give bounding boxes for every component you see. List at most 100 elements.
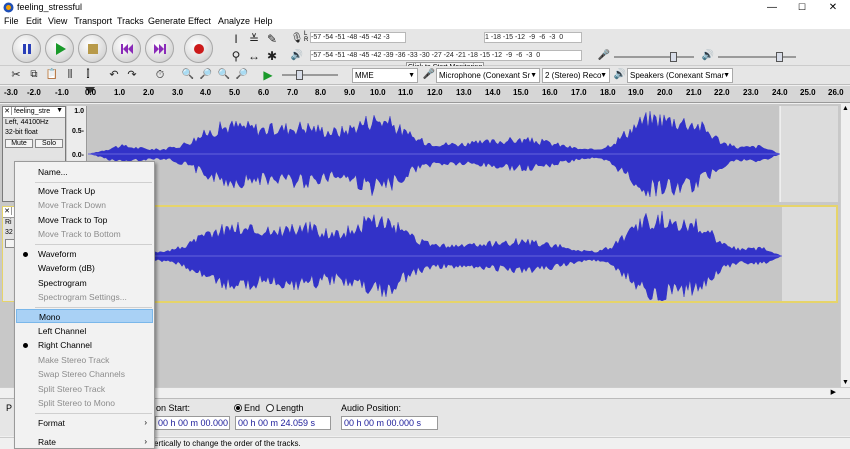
length-radio-label: Length — [276, 403, 304, 413]
menu-item-move-track-to-top[interactable]: Move Track to Top — [16, 213, 153, 227]
selection-end-time[interactable]: 00 h 00 m 24.059 s — [235, 416, 331, 430]
input-volume-slider[interactable] — [614, 50, 694, 64]
timeline-ruler[interactable]: -3.0 -2.0 -1.0 0.0 1.0 2.0 3.0 4.0 5.0 6… — [0, 86, 850, 103]
edit-device-toolbar: ✂ ⧉ 📋 ⫼ ⫿ ↶ ↷ ⏱ 🔍 🔎 🔍 🔎 ▶ MME ▼ 🎤 Microph… — [0, 66, 850, 85]
record-meter-right[interactable]: 1 -18 -15 -12 -9 -6 -3 0 — [484, 32, 582, 43]
paste-icon[interactable]: 📋 — [44, 67, 60, 83]
fit-project-icon[interactable]: 🔎 — [234, 67, 250, 83]
output-device-select[interactable]: Speakers (Conexant Smar ▼ — [627, 68, 733, 83]
menu-item-waveform[interactable]: Waveform — [16, 247, 153, 261]
scroll-right-icon[interactable]: ▶ — [831, 388, 836, 396]
menu-item-move-track-up[interactable]: Move Track Up — [16, 184, 153, 198]
ruler-tick: 17.0 — [571, 88, 587, 97]
audacity-app-icon — [3, 2, 14, 13]
menu-item-name[interactable]: Name... — [16, 165, 153, 179]
scroll-down-icon[interactable]: ▼ — [842, 379, 849, 386]
checked-bullet-icon — [23, 252, 28, 257]
play-at-speed-icon[interactable]: ▶ — [260, 67, 276, 83]
track-context-menu: Name... Move Track Up Move Track Down Mo… — [14, 161, 155, 449]
track-close-icon[interactable]: ✕ — [3, 207, 12, 215]
cut-icon[interactable]: ✂ — [8, 67, 24, 83]
playback-meter[interactable]: -57 -54 -51 -48 -45 -42 -39 -36 -33 -30 … — [310, 50, 582, 61]
track1-name-button[interactable]: feeling_stre — [12, 108, 50, 115]
stop-button[interactable] — [78, 34, 107, 63]
vertical-scrollbar[interactable]: ▲ ▼ — [840, 104, 850, 387]
trim-icon[interactable]: ⫼ — [62, 67, 78, 83]
skip-to-end-button[interactable] — [145, 34, 174, 63]
draw-tool-icon[interactable]: ✎ — [264, 31, 280, 47]
menu-transport[interactable]: Transport — [74, 16, 112, 26]
menu-edit[interactable]: Edit — [26, 16, 42, 26]
output-volume-slider[interactable] — [718, 50, 796, 64]
zoom-tool-icon[interactable]: ⚲ — [228, 48, 244, 64]
menu-tracks[interactable]: Tracks — [117, 16, 144, 26]
track1-waveform[interactable] — [88, 106, 838, 202]
menu-item-format[interactable]: Format › — [16, 416, 153, 430]
fit-selection-icon[interactable]: 🔍 — [216, 67, 232, 83]
menu-file[interactable]: File — [4, 16, 19, 26]
skip-start-icon — [121, 44, 133, 54]
multi-tool-icon[interactable]: ✱ — [264, 48, 280, 64]
menu-item-left-channel[interactable]: Left Channel — [16, 324, 153, 338]
copy-icon[interactable]: ⧉ — [26, 67, 42, 83]
play-icon — [56, 43, 66, 55]
skip-to-start-button[interactable] — [112, 34, 141, 63]
ruler-tick: 24.0 — [772, 88, 788, 97]
timeshift-tool-icon[interactable]: ↔ — [246, 48, 262, 64]
channels-value: 2 (Stereo) Reco — [545, 71, 602, 80]
ruler-tick: -2.0 — [27, 88, 41, 97]
length-radio-group[interactable]: Length — [266, 403, 304, 413]
menu-item-mono[interactable]: Mono — [16, 309, 153, 323]
playback-meter-icon[interactable]: 🔊 — [289, 48, 305, 64]
mute-button[interactable]: Mute — [5, 139, 33, 148]
track-close-icon[interactable]: ✕ — [3, 107, 12, 115]
stop-icon — [88, 44, 98, 54]
silence-icon[interactable]: ⫿ — [80, 67, 96, 83]
menu-item-rate[interactable]: Rate › — [16, 435, 153, 449]
track-menu-arrow-icon[interactable]: ▼ — [56, 107, 65, 114]
audio-host-select[interactable]: MME ▼ — [352, 68, 418, 83]
play-button[interactable] — [45, 34, 74, 63]
menu-help[interactable]: Help — [254, 16, 273, 26]
zoom-out-icon[interactable]: 🔎 — [198, 67, 214, 83]
menu-view[interactable]: View — [48, 16, 67, 26]
menu-analyze[interactable]: Analyze — [218, 16, 250, 26]
solo-button[interactable]: Solo — [35, 139, 63, 148]
maximize-button[interactable]: ☐ — [787, 0, 817, 15]
track2-waveform[interactable] — [86, 205, 838, 303]
menu-effect[interactable]: Effect — [188, 16, 211, 26]
minimize-button[interactable]: — — [757, 0, 787, 15]
end-radio[interactable] — [234, 404, 242, 412]
input-device-select[interactable]: Microphone (Conexant Sr ▼ — [436, 68, 540, 83]
selection-start-time[interactable]: 00 h 00 m 00.000 s — [155, 416, 230, 430]
skip-end-icon — [154, 44, 166, 54]
length-radio[interactable] — [266, 404, 274, 412]
menu-item-right-channel[interactable]: Right Channel — [16, 338, 153, 352]
undo-icon[interactable]: ↶ — [106, 67, 122, 83]
audio-host-value: MME — [355, 71, 374, 80]
ruler-tick: 25.0 — [800, 88, 816, 97]
record-meter-icon[interactable]: 🎙 — [289, 31, 305, 47]
close-window-button[interactable]: ✕ — [818, 0, 848, 15]
sync-lock-icon[interactable]: ⏱ — [152, 67, 168, 83]
menu-separator — [35, 307, 152, 308]
envelope-tool-icon[interactable]: ≚ — [246, 31, 262, 47]
ruler-tick: 26.0 — [828, 88, 844, 97]
record-meter[interactable]: -57 -54 -51 -48 -45 -42 -3 — [310, 32, 406, 43]
menu-generate[interactable]: Generate — [148, 16, 186, 26]
speaker-icon: 🔊 — [613, 69, 627, 80]
selection-tool-icon[interactable]: I — [228, 31, 244, 47]
play-speed-slider[interactable] — [282, 68, 338, 82]
end-radio-group[interactable]: End — [234, 403, 260, 413]
ruler-tick: 11.0 — [398, 88, 414, 97]
zoom-in-icon[interactable]: 🔍 — [180, 67, 196, 83]
record-button[interactable] — [184, 34, 213, 63]
ruler-tick: 8.0 — [315, 88, 327, 97]
audio-position-time[interactable]: 00 h 00 m 00.000 s — [341, 416, 438, 430]
menu-item-waveform-db[interactable]: Waveform (dB) — [16, 261, 153, 275]
redo-icon[interactable]: ↷ — [124, 67, 140, 83]
scroll-up-icon[interactable]: ▲ — [842, 105, 849, 112]
channels-select[interactable]: 2 (Stereo) Reco ▼ — [542, 68, 610, 83]
menu-item-spectrogram[interactable]: Spectrogram — [16, 276, 153, 290]
pause-button[interactable] — [12, 34, 41, 63]
